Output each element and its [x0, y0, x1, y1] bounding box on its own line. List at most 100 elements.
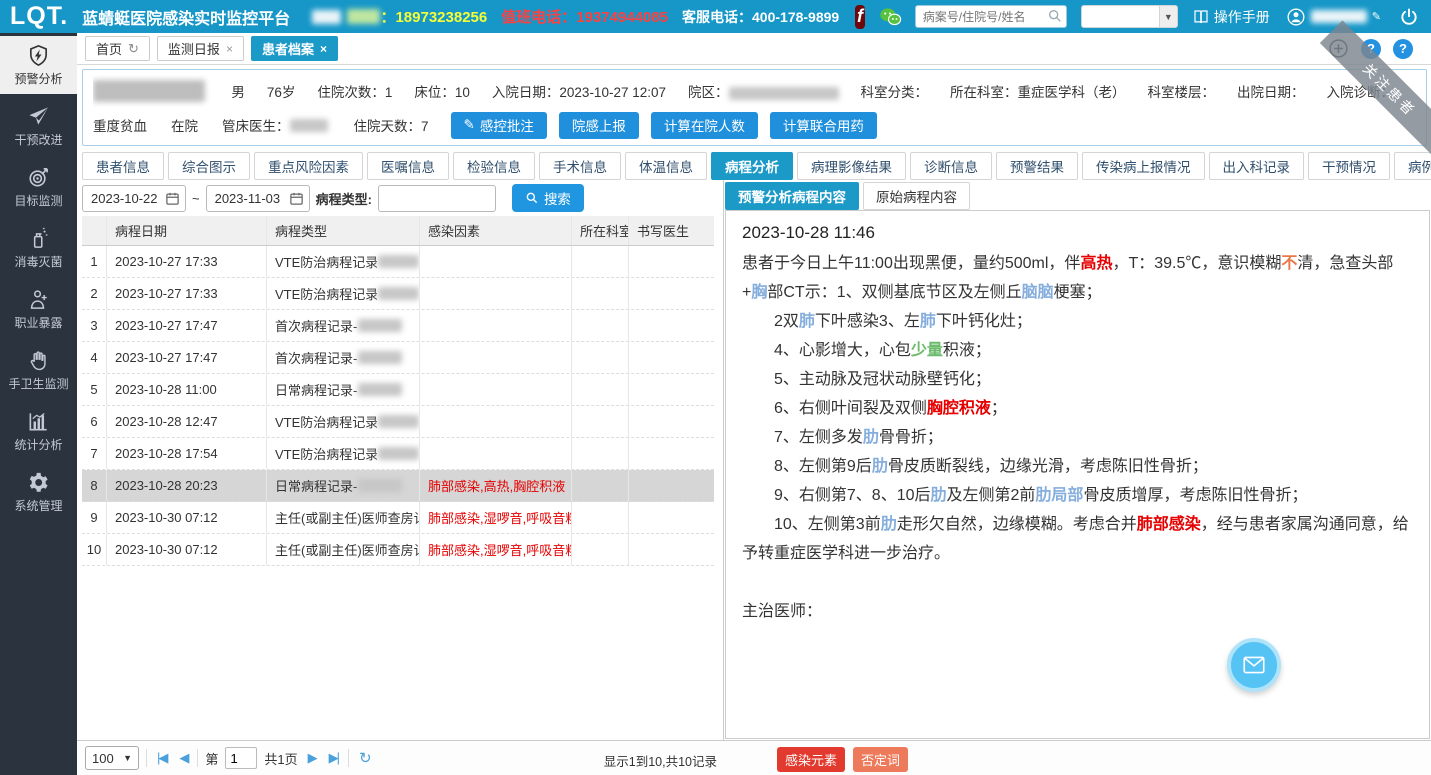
section-tab[interactable]: 重点风险因素 — [254, 152, 363, 180]
user-menu[interactable]: ✎ — [1286, 7, 1381, 27]
row-number: 3 — [82, 310, 107, 341]
date-to-input[interactable]: 2023-11-03 — [206, 185, 310, 212]
patient-action-button[interactable]: 计算在院人数 — [651, 112, 758, 139]
section-tab[interactable]: 预警结果 — [996, 152, 1078, 180]
prev-page-button[interactable]: ◀ — [176, 750, 190, 766]
sidebar-item-2[interactable]: 干预改进 — [0, 97, 77, 155]
page-number-input[interactable] — [225, 747, 257, 769]
wechat-icon[interactable] — [877, 4, 903, 30]
sidebar-item-label: 手卫生监测 — [8, 375, 68, 392]
table-row[interactable]: 12023-10-27 17:33VTE防治病程记录- — [82, 246, 714, 278]
logout-power-icon[interactable] — [1399, 7, 1419, 27]
patient-action-button[interactable]: ✎感控批注 — [451, 112, 547, 139]
course-type: VTE防治病程记录- — [267, 246, 420, 277]
sidebar-item-1[interactable]: 预警分析 — [0, 36, 77, 94]
section-tab[interactable]: 医嘱信息 — [367, 152, 449, 180]
section-tab[interactable]: 干预情况 — [1308, 152, 1390, 180]
header-select[interactable]: ▼ — [1081, 5, 1178, 28]
section-tab[interactable]: 诊断信息 — [910, 152, 992, 180]
course-text-line: 8、左侧第9后肋骨皮质断裂线，边缘光滑，考虑陈旧性骨折； — [742, 452, 1413, 481]
row-number: 7 — [82, 438, 107, 469]
course-date: 2023-10-28 12:47 — [107, 406, 267, 437]
help-icon[interactable]: ? — [1393, 39, 1413, 59]
search-icon[interactable] — [1047, 8, 1063, 24]
sidebar-item-7[interactable]: 统计分析 — [0, 402, 77, 460]
close-icon[interactable]: × — [320, 42, 327, 56]
manual-button[interactable]: 操作手册 — [1192, 7, 1270, 27]
app-title: 蓝蜻蜓医院感染实时监控平台 — [82, 5, 290, 29]
hand-icon — [27, 349, 50, 372]
date-from-input[interactable]: 2023-10-22 — [82, 185, 186, 212]
infection-factors — [420, 406, 572, 437]
section-tab[interactable]: 病例上报情况 — [1394, 152, 1431, 180]
page-tab[interactable]: 患者档案× — [251, 36, 338, 61]
section-tab[interactable]: 病程分析 — [711, 152, 793, 180]
column-header: 病程类型 — [267, 216, 420, 245]
last-page-button[interactable]: ▶| — [326, 750, 341, 766]
page-tab[interactable]: 首页↻ — [85, 36, 150, 61]
message-mail-button[interactable] — [1227, 638, 1281, 692]
section-tab[interactable]: 出入科记录 — [1209, 152, 1305, 180]
department-cell — [572, 470, 629, 501]
table-row[interactable]: 92023-10-30 07:12主任(或副主任)医师查房记录肺部感染,湿啰音,… — [82, 502, 714, 534]
content-tab[interactable]: 原始病程内容 — [863, 182, 970, 210]
patient-search-input[interactable] — [915, 5, 1067, 28]
department-cell — [572, 374, 629, 405]
table-row[interactable]: 82023-10-28 20:23日常病程记录-肺部感染,高热,胸腔积液 — [82, 470, 714, 502]
next-page-button[interactable]: ▶ — [305, 750, 319, 766]
patient-action-button[interactable]: 院感上报 — [559, 112, 639, 139]
table-row[interactable]: 32023-10-27 17:47首次病程记录- — [82, 310, 714, 342]
section-tab[interactable]: 手术信息 — [539, 152, 621, 180]
refresh-icon[interactable]: ↻ — [128, 41, 139, 57]
service-phone: 客服电话：400-178-9899 — [682, 7, 839, 27]
first-page-button[interactable]: |◀ — [154, 750, 169, 766]
sidebar-item-6[interactable]: 手卫生监测 — [0, 341, 77, 399]
sidebar-item-8[interactable]: 系统管理 — [0, 463, 77, 521]
course-date: 2023-10-28 11:00 — [107, 374, 267, 405]
infection-factors — [420, 310, 572, 341]
course-filter: 2023-10-22 ~ 2023-11-03 病程类型: 搜索 — [82, 183, 722, 213]
infection-factors — [420, 374, 572, 405]
course-date: 2023-10-27 17:33 — [107, 278, 267, 309]
record-summary: 显示1到10,共10记录 — [572, 751, 717, 770]
infection-factors — [420, 438, 572, 469]
course-text-line: 4、心影增大，心包少量积液； — [742, 336, 1413, 365]
app-logo: LQT. — [0, 2, 82, 31]
calendar-icon — [289, 191, 304, 206]
table-row[interactable]: 102023-10-30 07:12主任(或副主任)医师查房记录肺部感染,湿啰音… — [82, 534, 714, 566]
flash-icon[interactable]: f — [855, 5, 865, 29]
department-cell — [572, 246, 629, 277]
content-tab[interactable]: 预警分析病程内容 — [725, 182, 859, 210]
refresh-icon[interactable]: ↻ — [356, 749, 375, 767]
section-tab[interactable]: 检验信息 — [453, 152, 535, 180]
redacted-text — [347, 9, 381, 24]
table-row[interactable]: 42023-10-27 17:47首次病程记录- — [82, 342, 714, 374]
total-pages: 共1页 — [264, 749, 297, 768]
table-row[interactable]: 62023-10-28 12:47VTE防治病程记录- — [82, 406, 714, 438]
header-select-value — [1081, 5, 1159, 28]
gear-icon — [27, 471, 50, 494]
section-tab[interactable]: 患者信息 — [82, 152, 164, 180]
course-text-line: 2双肺下叶感染3、左肺下叶钙化灶； — [742, 307, 1413, 336]
page-size-select[interactable]: 100▼ — [85, 746, 139, 770]
sidebar-item-3[interactable]: 目标监测 — [0, 158, 77, 216]
section-tab[interactable]: 体温信息 — [625, 152, 707, 180]
course-date: 2023-10-27 17:47 — [107, 342, 267, 373]
course-type-input[interactable] — [378, 185, 496, 212]
course-text-line: 10、左侧第3前肋走形欠自然，边缘模糊。考虑合并肺部感染，经与患者家属沟通同意，… — [742, 510, 1413, 568]
close-icon[interactable]: × — [226, 42, 233, 56]
type-label: 病程类型: — [316, 189, 372, 208]
sidebar-item-4[interactable]: 消毒灭菌 — [0, 219, 77, 277]
patient-action-button[interactable]: 计算联合用药 — [770, 112, 877, 139]
sidebar-item-5[interactable]: 职业暴露 — [0, 280, 77, 338]
section-tab[interactable]: 传染病上报情况 — [1082, 152, 1205, 180]
table-row[interactable]: 22023-10-27 17:33VTE防治病程记录- — [82, 278, 714, 310]
table-row[interactable]: 72023-10-28 17:54VTE防治病程记录- — [82, 438, 714, 470]
search-button[interactable]: 搜索 — [512, 184, 584, 212]
section-tab[interactable]: 综合图示 — [168, 152, 250, 180]
course-type: VTE防治病程记录- — [267, 438, 420, 469]
section-tab[interactable]: 病理影像结果 — [797, 152, 906, 180]
course-type: 日常病程记录- — [267, 470, 420, 501]
page-tab[interactable]: 监测日报× — [157, 36, 244, 61]
table-row[interactable]: 52023-10-28 11:00日常病程记录- — [82, 374, 714, 406]
